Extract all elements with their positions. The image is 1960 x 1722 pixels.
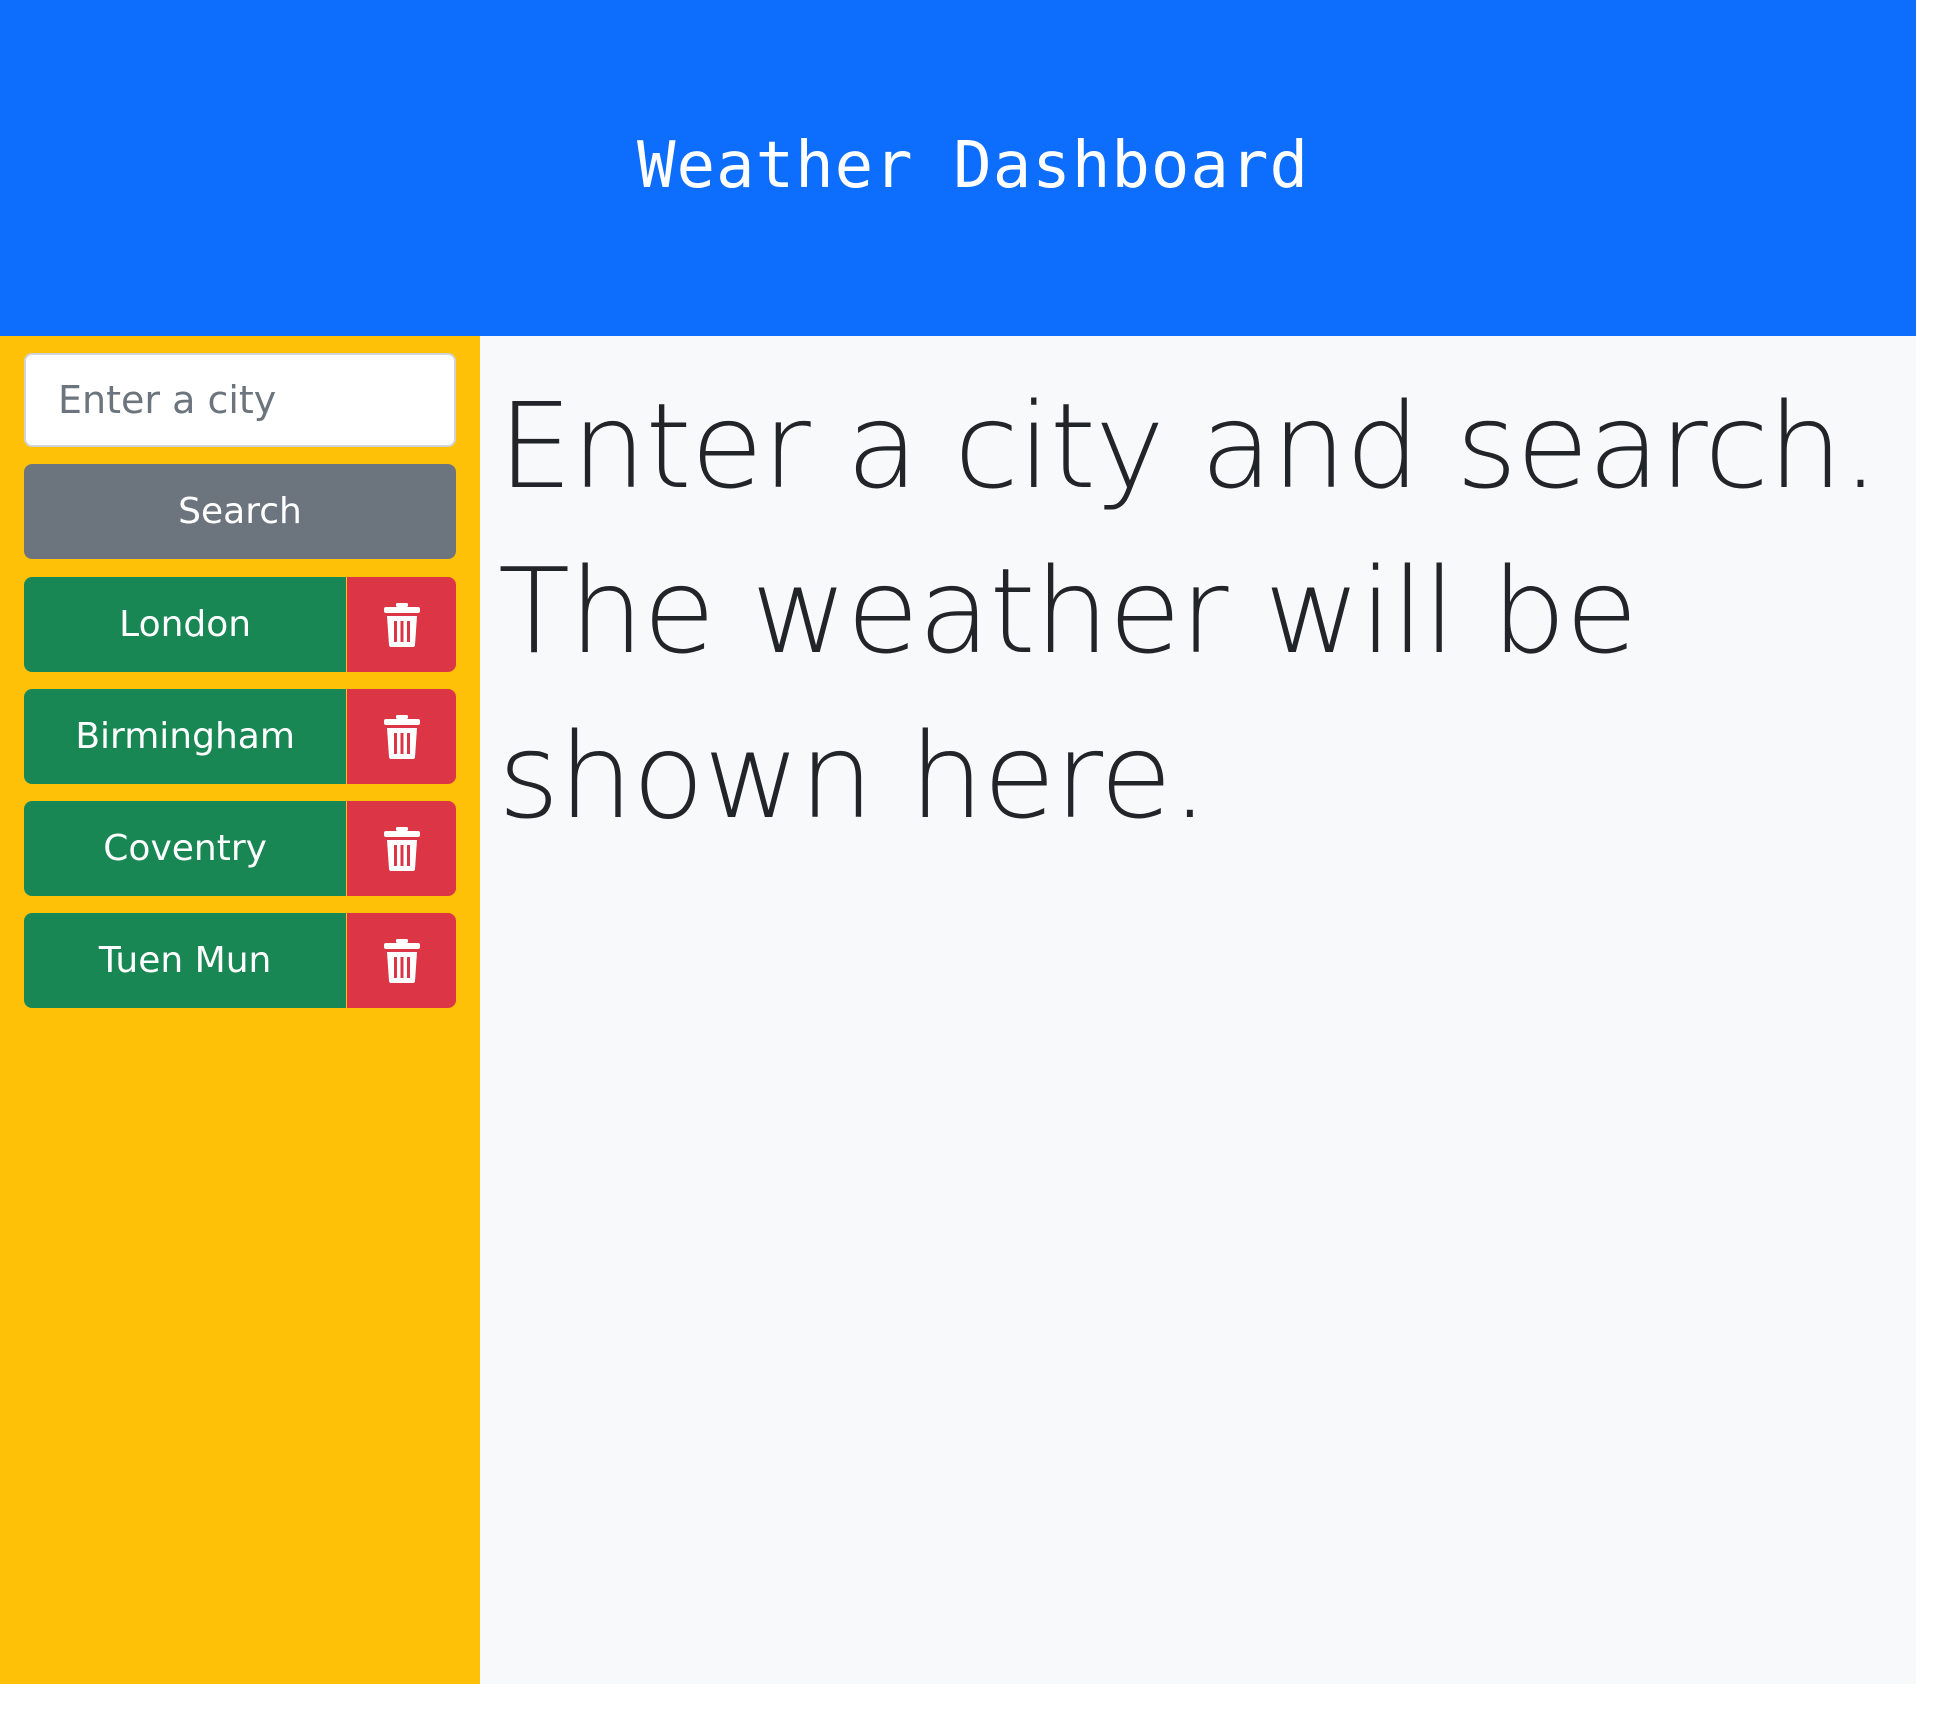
city-item: London [24,577,456,672]
city-item: Tuen Mun [24,913,456,1008]
saved-city-list: London Birmingham Coventry Tuen Mun [24,577,456,1025]
city-search-input[interactable] [24,353,456,447]
city-button-london[interactable]: London [24,577,347,672]
search-button[interactable]: Search [24,464,456,559]
trash-icon [383,938,420,983]
page-title: Weather Dashboard [636,129,1310,203]
city-button-tuen-mun[interactable]: Tuen Mun [24,913,347,1008]
trash-icon [383,602,420,647]
delete-city-button-tuen-mun[interactable] [347,913,456,1008]
city-item: Coventry [24,801,456,896]
city-button-birmingham[interactable]: Birmingham [24,689,347,784]
weather-panel: Enter a city and search. The weather wil… [480,336,1916,1684]
delete-city-button-coventry[interactable] [347,801,456,896]
app-header: Weather Dashboard [0,0,1916,336]
delete-city-button-birmingham[interactable] [347,689,456,784]
city-button-coventry[interactable]: Coventry [24,801,347,896]
delete-city-button-london[interactable] [347,577,456,672]
trash-icon [383,714,420,759]
sidebar: Search London Birmingham [0,336,480,1684]
city-item: Birmingham [24,689,456,784]
trash-icon [383,826,420,871]
empty-state-message: Enter a city and search. The weather wil… [498,377,1879,845]
